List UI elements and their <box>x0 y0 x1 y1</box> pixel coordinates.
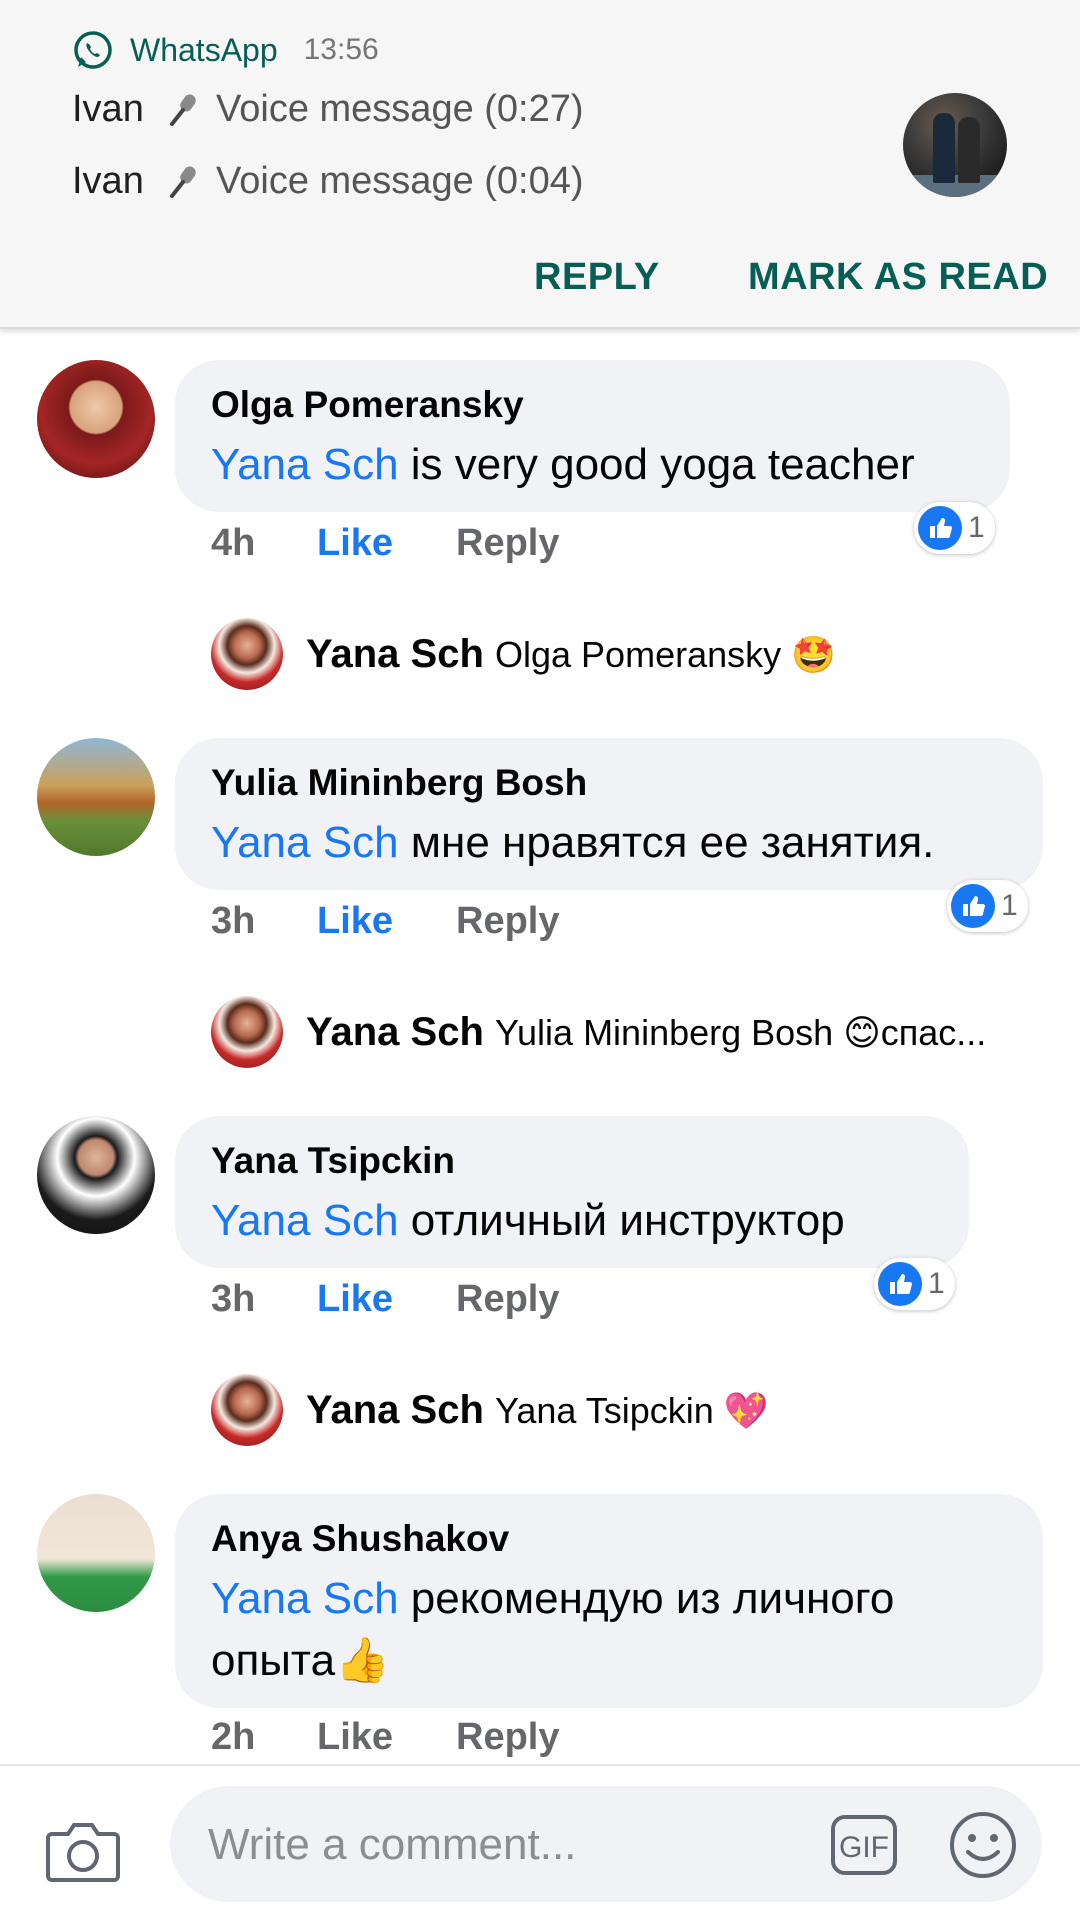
comment-author[interactable]: Yana Tsipckin <box>211 1140 455 1182</box>
reply-button[interactable]: Reply <box>456 900 559 943</box>
microphone-icon <box>170 94 196 126</box>
message-text: Voice message (0:27) <box>216 88 584 130</box>
avatar[interactable] <box>37 738 155 856</box>
notification-message: Ivan Voice message (0:04) <box>72 160 584 203</box>
message-sender: Ivan <box>72 88 144 130</box>
comment-author[interactable]: Anya Shushakov <box>211 1518 509 1560</box>
reply-button[interactable]: Reply <box>456 522 559 565</box>
mention-link[interactable]: Yana Sch <box>211 1574 399 1623</box>
comment-text: Yana Sch рекомендую из личного опыта👍 <box>211 1568 1011 1692</box>
reply-avatar[interactable] <box>211 618 283 690</box>
like-button[interactable]: Like <box>317 1716 393 1759</box>
gif-icon: GIF <box>831 1815 897 1875</box>
reaction-number: 1 <box>928 1267 945 1300</box>
comment-text: Yana Sch is very good yoga teacher <box>211 434 915 496</box>
avatar[interactable] <box>37 1116 155 1234</box>
message-sender: Ivan <box>72 160 144 202</box>
notification-message: Ivan Voice message (0:27) <box>72 88 584 131</box>
like-reaction-icon <box>878 1262 922 1306</box>
message-text: Voice message (0:04) <box>216 160 584 202</box>
reaction-count[interactable]: 1 <box>914 502 995 554</box>
gif-label: GIF <box>839 1831 889 1864</box>
comment-time: 2h <box>211 1716 256 1758</box>
comment-input[interactable] <box>206 1814 810 1876</box>
emoji-icon[interactable] <box>948 1810 1018 1880</box>
reply-preview-text[interactable]: Yulia Mininberg Bosh 😊спас... <box>495 1012 1035 1054</box>
reaction-count[interactable]: 1 <box>947 880 1028 932</box>
mention-link[interactable]: Yana Sch <box>211 1196 399 1245</box>
reply-button[interactable]: Reply <box>456 1278 559 1321</box>
reaction-count[interactable]: 1 <box>874 1258 955 1310</box>
reply-author[interactable]: Yana Sch <box>306 1010 484 1055</box>
avatar[interactable] <box>37 1494 155 1612</box>
notification-header: WhatsApp 13:56 <box>72 28 379 72</box>
reply-preview-text[interactable]: Yana Tsipckin 💖 <box>495 1390 1035 1432</box>
comment-body: отличный инструктор <box>398 1196 845 1245</box>
avatar[interactable] <box>37 360 155 478</box>
comment-body: мне нравятся ее занятия. <box>398 818 935 867</box>
comment-author[interactable]: Olga Pomeransky <box>211 384 524 426</box>
comment-composer: GIF <box>0 1764 1080 1922</box>
like-reaction-icon <box>951 884 995 928</box>
whatsapp-notification[interactable]: WhatsApp 13:56 Ivan Voice message (0:27)… <box>0 0 1080 329</box>
like-button[interactable]: Like <box>317 900 393 943</box>
reaction-number: 1 <box>968 511 985 544</box>
camera-icon[interactable] <box>46 1818 120 1884</box>
mention-link[interactable]: Yana Sch <box>211 818 399 867</box>
microphone-icon <box>170 166 196 198</box>
comment-body: рекомендую из личного <box>398 1574 895 1623</box>
reply-author[interactable]: Yana Sch <box>306 1388 484 1433</box>
comment-author[interactable]: Yulia Mininberg Bosh <box>211 762 587 804</box>
reply-avatar[interactable] <box>211 1374 283 1446</box>
comment-text: Yana Sch отличный инструктор <box>211 1190 845 1252</box>
comment-input-container[interactable]: GIF <box>170 1786 1042 1902</box>
app-name: WhatsApp <box>130 31 278 68</box>
comment-body: is very good yoga teacher <box>398 440 915 489</box>
comment-time: 3h <box>211 900 256 942</box>
like-reaction-icon <box>918 506 962 550</box>
like-button[interactable]: Like <box>317 522 393 565</box>
mark-as-read-button[interactable]: MARK AS READ <box>748 256 1048 299</box>
mention-link[interactable]: Yana Sch <box>211 440 399 489</box>
comment-body-line2: опыта👍 <box>211 1636 390 1685</box>
like-button[interactable]: Like <box>317 1278 393 1321</box>
contact-avatar <box>903 93 1007 197</box>
whatsapp-icon <box>74 31 112 69</box>
reply-action-button[interactable]: REPLY <box>534 256 660 299</box>
comment-text: Yana Sch мне нравятся ее занятия. <box>211 812 934 874</box>
gif-button[interactable]: GIF <box>830 1814 898 1876</box>
reaction-number: 1 <box>1001 889 1018 922</box>
reply-preview-text[interactable]: Olga Pomeransky 🤩 <box>495 634 1035 676</box>
comment-time: 4h <box>211 522 256 564</box>
reply-avatar[interactable] <box>211 996 283 1068</box>
notification-time: 13:56 <box>303 33 379 66</box>
comment-time: 3h <box>211 1278 256 1320</box>
reply-button[interactable]: Reply <box>456 1716 559 1759</box>
reply-author[interactable]: Yana Sch <box>306 632 484 677</box>
